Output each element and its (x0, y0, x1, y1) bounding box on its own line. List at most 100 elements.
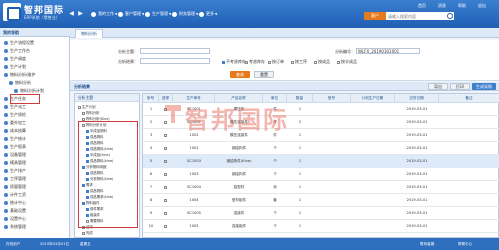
nav-icon (145, 11, 150, 17)
theme-select[interactable] (140, 48, 210, 54)
tab-material-analysis[interactable]: 物料分析 (75, 29, 103, 38)
checkbox-icon[interactable] (164, 172, 167, 176)
row-checkbox[interactable] (159, 220, 173, 233)
analysis-number-input[interactable]: WLFX_20190301001 (356, 48, 420, 54)
nav-icon (91, 11, 96, 17)
checkbox-icon[interactable] (164, 159, 167, 163)
checkbox-icon[interactable] (164, 211, 167, 215)
column-header[interactable]: 交货日期 (395, 94, 439, 103)
status-help-link[interactable]: 帮助中心 (458, 238, 472, 250)
search-input[interactable] (386, 12, 446, 20)
export-button[interactable]: 导出 (428, 83, 448, 90)
table-row[interactable]: 9 SC1005 连接件 个 1 2019-03-01 (143, 207, 499, 220)
checkbox-icon[interactable] (268, 60, 271, 64)
table-row[interactable]: 4 1002 钢结构件 个 1 2019-03-01 (143, 142, 499, 155)
column-header[interactable]: 数量 (287, 94, 313, 103)
result-select[interactable] (140, 58, 210, 64)
reset-button[interactable]: 重置 (254, 71, 274, 78)
sidebar-item[interactable]: 系统管理 (0, 223, 70, 230)
header-link-logout[interactable]: 退出 (478, 3, 486, 9)
filter-option[interactable]: 按工序 (291, 59, 307, 65)
nav-item-more[interactable]: 更多▼ (196, 9, 220, 18)
filter-option[interactable]: 按订单 (268, 59, 284, 65)
checkbox-icon[interactable] (245, 60, 248, 64)
filter-option[interactable]: 考虑库存 (245, 59, 265, 65)
checkbox-icon[interactable] (164, 198, 167, 202)
row-checkbox[interactable] (159, 142, 173, 155)
sidebar-item[interactable]: 生产排产 (0, 167, 70, 174)
status-support-link[interactable]: 联系客服 (420, 238, 434, 250)
print-button[interactable]: 打印 (450, 83, 470, 90)
search-icon[interactable] (446, 12, 454, 20)
row-checkbox[interactable] (159, 194, 173, 207)
sidebar-item[interactable]: 委外加工 (0, 119, 70, 126)
sidebar-item[interactable]: 基础设置 (0, 207, 70, 214)
sidebar-item[interactable]: 生产统计 (0, 135, 70, 142)
checkbox-icon[interactable] (314, 60, 317, 64)
column-header[interactable]: 选择 (159, 94, 173, 103)
sidebar-item[interactable]: 模具管理 (0, 159, 70, 166)
status-date: 2019年03月01日 (40, 242, 70, 246)
checkbox-icon[interactable] (82, 111, 85, 115)
sidebar-item-label: 生产统计 (10, 136, 26, 141)
filter-option[interactable]: 不考虑库存 (222, 59, 246, 65)
sidebar-item[interactable]: 物料分析计划 (0, 87, 70, 94)
table-row[interactable]: 8 1004 型材组件 套 1 2019-03-01 (143, 194, 499, 207)
menu-icon (9, 81, 13, 85)
sidebar-item[interactable]: 生产计划 (0, 63, 70, 70)
tree-item[interactable]: 完成 (75, 230, 139, 236)
row-checkbox[interactable] (159, 207, 173, 220)
checkbox-icon[interactable] (164, 224, 167, 228)
header-link-help[interactable]: 帮助 (458, 3, 466, 9)
table-cell (351, 116, 395, 129)
status-online-users[interactable]: 在线用户 (6, 238, 20, 250)
checkbox-icon[interactable] (164, 185, 167, 189)
filter-option[interactable]: 按半成品 (337, 59, 357, 65)
header-link-messages[interactable]: 消息 (438, 3, 446, 9)
checkbox-icon[interactable] (164, 146, 167, 150)
checkbox-icon[interactable] (78, 105, 81, 109)
sidebar-item[interactable]: 生产报表 (0, 143, 70, 150)
table-row[interactable]: 5 SC1003 钢结构件(Kine) 个 1 2019-03-01 (143, 155, 499, 168)
generate-purchase-button[interactable]: 生成采购 (472, 83, 496, 90)
sidebar-item[interactable]: 工序管理 (0, 175, 70, 182)
checkbox-icon[interactable] (222, 60, 225, 64)
row-checkbox[interactable] (159, 155, 173, 168)
row-checkbox[interactable] (159, 168, 173, 181)
sidebar-item[interactable]: 物料分析/维护 (0, 71, 70, 78)
column-header[interactable]: 备注 (439, 94, 499, 103)
filter-option[interactable]: 按成品 (314, 59, 330, 65)
table-row[interactable]: 6 1003 钢结构件 个 1 2019-03-01 (143, 168, 499, 181)
table-cell: 9 (149, 211, 153, 215)
sidebar-item[interactable]: 计件工资 (0, 191, 70, 198)
column-header[interactable]: 计划生产日期 (351, 94, 395, 103)
sidebar-item[interactable]: 统计中心 (0, 199, 70, 206)
sidebar-item[interactable]: 生产流程设置 (0, 39, 70, 46)
nav-back-icon[interactable]: ◀ (68, 10, 75, 17)
row-checkbox[interactable] (159, 129, 173, 142)
column-header[interactable]: 型号 (313, 94, 351, 103)
sidebar-item[interactable]: 生产调度 (0, 55, 70, 62)
checkbox-icon[interactable] (291, 60, 294, 64)
sidebar-item[interactable]: 生产派工 (0, 103, 70, 110)
sidebar-item[interactable]: 成本核算 (0, 127, 70, 134)
header-link-home[interactable]: 首页 (418, 3, 426, 9)
query-button[interactable]: 查询 (230, 71, 250, 78)
checkbox-icon[interactable] (82, 231, 85, 235)
table-cell (313, 129, 351, 142)
sidebar-item[interactable]: 设备管理 (0, 151, 70, 158)
table-cell: 钢结构件(Kine) (226, 159, 252, 163)
checkbox-icon[interactable] (337, 60, 340, 64)
table-row[interactable]: 7 SC1004 铝型材 米 1 2019-03-01 (143, 181, 499, 194)
sidebar-item[interactable]: 生产质检 (0, 111, 70, 118)
sidebar-item[interactable]: 生产工作台 (0, 47, 70, 54)
sidebar-item[interactable]: 物料分析 (0, 79, 70, 86)
checkbox-icon[interactable] (164, 133, 167, 137)
sidebar-item[interactable]: 质量管理 (0, 183, 70, 190)
nav-forward-icon[interactable]: ▶ (77, 10, 84, 17)
sidebar-item[interactable]: 设置中心 (0, 215, 70, 222)
table-row[interactable]: 10 1005 连接组件 个 1 2019-03-01 (143, 220, 499, 233)
search-category-select[interactable]: 客户 (364, 12, 386, 20)
column-header[interactable]: 序号 (143, 94, 159, 103)
row-checkbox[interactable] (159, 181, 173, 194)
